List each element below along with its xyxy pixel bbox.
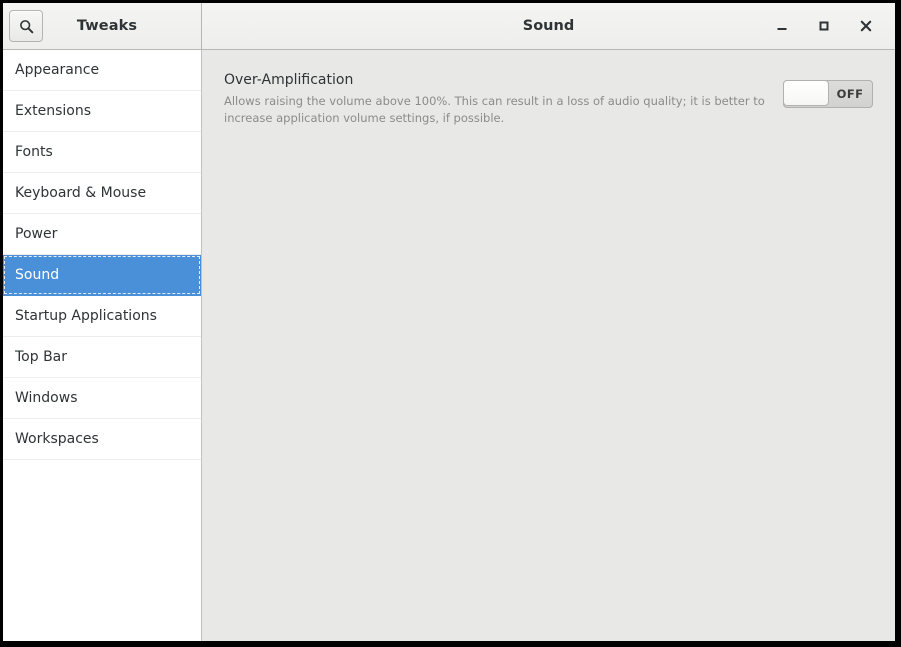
setting-title: Over-Amplification — [224, 72, 354, 88]
sidebar-item-appearance[interactable]: Appearance — [3, 50, 201, 91]
toggle-knob — [784, 81, 829, 106]
sidebar-item-fonts[interactable]: Fonts — [3, 132, 201, 173]
setting-description: Allows raising the volume above 100%. Th… — [224, 94, 765, 125]
sidebar-item-label: Startup Applications — [15, 308, 157, 324]
sidebar-item-label: Fonts — [15, 144, 53, 160]
window-body: Appearance Extensions Fonts Keyboard & M… — [3, 50, 895, 641]
sidebar-item-label: Appearance — [15, 62, 100, 78]
sidebar-item-extensions[interactable]: Extensions — [3, 91, 201, 132]
main-headerbar: Sound — [202, 3, 895, 49]
toggle-state-label: OFF — [836, 87, 864, 101]
maximize-icon[interactable] — [811, 13, 837, 39]
switch-container: OFF — [783, 72, 879, 108]
sidebar-item-label: Extensions — [15, 103, 92, 119]
sidebar-item-label: Windows — [15, 390, 78, 406]
app-title: Tweaks — [76, 18, 138, 34]
sidebar-item-label: Workspaces — [15, 431, 99, 447]
tweaks-window: Tweaks Sound Appearance Extensions Fonts… — [3, 3, 895, 641]
sidebar-item-top-bar[interactable]: Top Bar — [3, 337, 201, 378]
close-icon[interactable] — [853, 13, 879, 39]
sidebar-item-label: Power — [15, 226, 58, 242]
sidebar-item-workspaces[interactable]: Workspaces — [3, 419, 201, 460]
window-controls — [769, 13, 895, 39]
minimize-icon[interactable] — [769, 13, 795, 39]
over-amplification-toggle[interactable]: OFF — [783, 80, 873, 108]
sidebar-item-label: Sound — [15, 267, 60, 283]
sidebar-nav: Appearance Extensions Fonts Keyboard & M… — [3, 50, 202, 641]
search-button[interactable] — [9, 10, 43, 42]
sidebar-item-label: Top Bar — [15, 349, 68, 365]
setting-text: Over-Amplification Allows raising the vo… — [224, 72, 783, 126]
settings-content: Over-Amplification Allows raising the vo… — [202, 50, 895, 641]
sidebar-item-label: Keyboard & Mouse — [15, 185, 147, 201]
sidebar-headerbar: Tweaks — [3, 3, 202, 49]
sidebar-item-keyboard-mouse[interactable]: Keyboard & Mouse — [3, 173, 201, 214]
sidebar-item-sound[interactable]: Sound — [3, 255, 201, 296]
search-icon — [19, 19, 34, 34]
sidebar-item-power[interactable]: Power — [3, 214, 201, 255]
sidebar-item-startup-applications[interactable]: Startup Applications — [3, 296, 201, 337]
setting-row-over-amplification: Over-Amplification Allows raising the vo… — [224, 72, 879, 126]
window-headerbar: Tweaks Sound — [3, 3, 895, 50]
sidebar-item-windows[interactable]: Windows — [3, 378, 201, 419]
